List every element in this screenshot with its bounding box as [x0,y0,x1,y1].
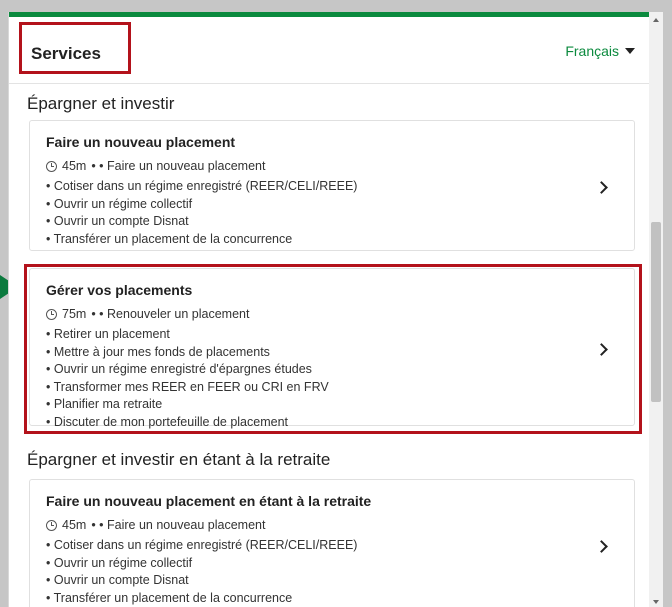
service-card-nouveau-placement[interactable]: Faire un nouveau placement 45m • • Faire… [29,120,635,251]
clock-icon [46,519,57,531]
list-item: • Cotiser dans un régime enregistré (REE… [46,179,358,193]
card-duration: 45m [62,159,87,173]
scrollbar[interactable] [649,12,663,607]
scrollbar-thumb[interactable] [651,222,661,402]
service-card-placement-retraite[interactable]: Faire un nouveau placement en étant à la… [29,479,635,607]
card-meta-text: • • Faire un nouveau placement [91,159,266,173]
scroll-up-icon[interactable] [653,18,659,22]
card-highlight-box [24,264,642,434]
section-title-epargner: Épargner et investir [27,94,175,113]
card-meta: 45m • • Faire un nouveau placement [46,159,265,173]
list-item: • Cotiser dans un régime enregistré (REE… [46,538,358,552]
scroll-down-icon[interactable] [653,600,659,604]
list-item: • Transférer un placement de la concurre… [46,231,293,246]
section-title-retraite: Épargner et investir en étant à la retra… [27,450,331,469]
list-item: • Ouvrir un compte Disnat [46,573,189,587]
card-meta-text: • • Faire un nouveau placement [91,518,266,532]
card-title: Faire un nouveau placement [46,134,236,150]
list-item: • Ouvrir un compte Disnat [46,214,189,228]
title-highlight-box [19,22,131,74]
card-items: • Cotiser dans un régime enregistré (REE… [46,178,357,248]
language-label: Français [565,43,619,59]
list-item: • Ouvrir un régime collectif [46,555,193,570]
language-select[interactable]: Français [565,43,635,59]
card-meta: 45m • • Faire un nouveau placement [46,518,265,532]
services-panel: Services Français Épargner et investir F… [8,12,663,607]
list-item: • Ouvrir un régime collectif [46,196,193,211]
card-duration: 45m [62,518,87,532]
chevron-right-icon [595,181,608,194]
caret-down-icon [625,48,635,54]
card-items: • Cotiser dans un régime enregistré (REE… [46,537,357,607]
clock-icon [46,160,57,172]
card-title: Faire un nouveau placement en étant à la… [46,493,372,509]
chevron-right-icon [595,540,608,553]
list-item: • Transférer un placement de la concurre… [46,590,293,605]
